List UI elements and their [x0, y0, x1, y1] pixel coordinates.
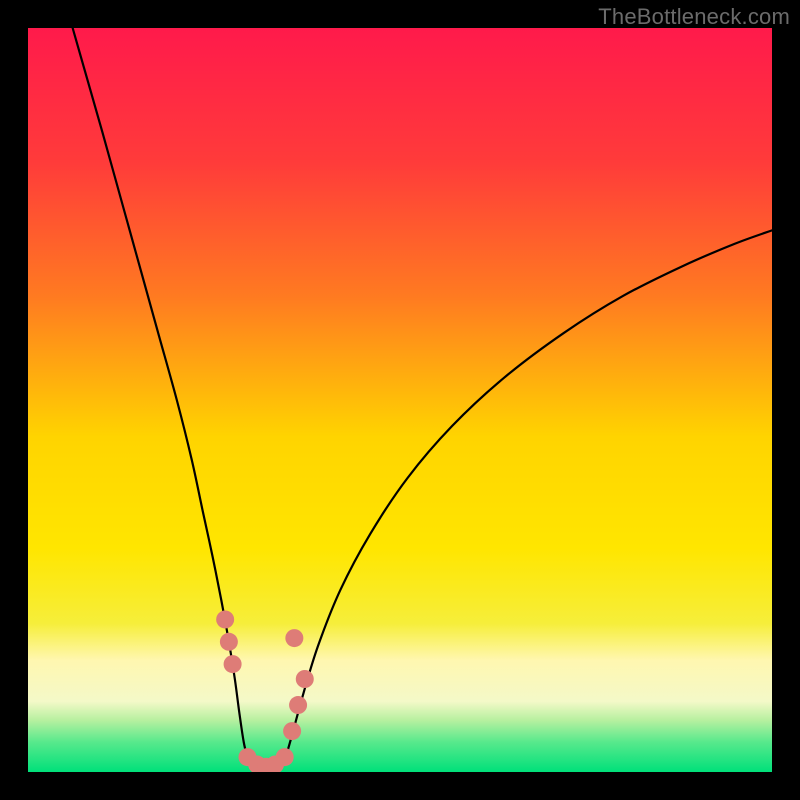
- bottleneck-chart: [28, 28, 772, 772]
- marker-point: [276, 748, 294, 766]
- marker-point: [289, 696, 307, 714]
- marker-point: [285, 629, 303, 647]
- gradient-background: [28, 28, 772, 772]
- marker-point: [220, 633, 238, 651]
- marker-point: [224, 655, 242, 673]
- chart-frame: TheBottleneck.com: [0, 0, 800, 800]
- marker-point: [283, 722, 301, 740]
- marker-point: [296, 670, 314, 688]
- watermark-label: TheBottleneck.com: [598, 4, 790, 30]
- plot-area: [28, 28, 772, 772]
- marker-point: [216, 610, 234, 628]
